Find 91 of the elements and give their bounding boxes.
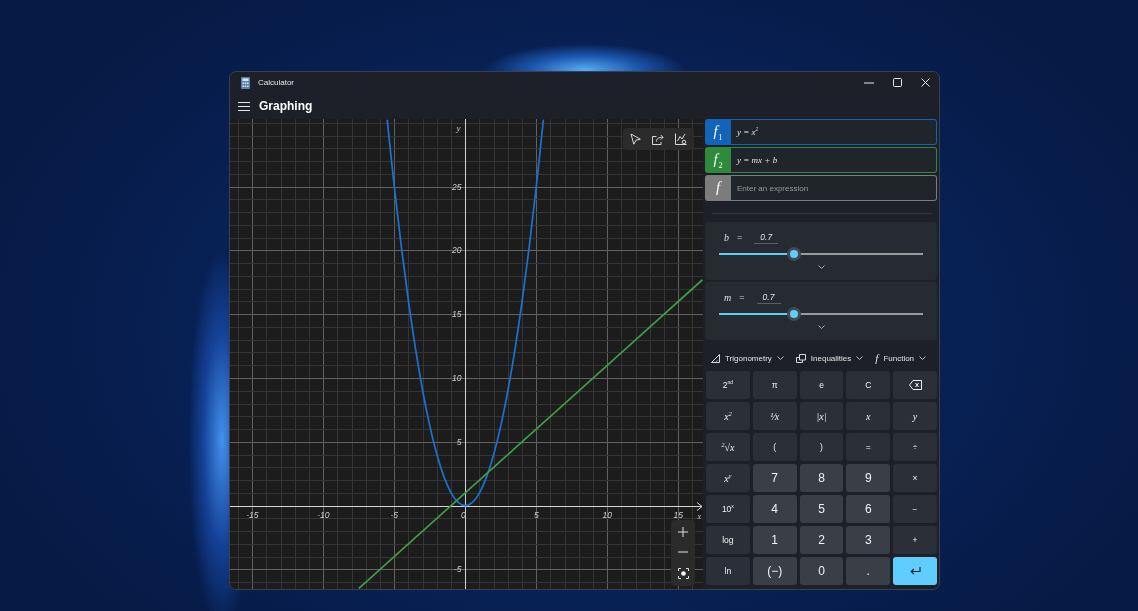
number-key[interactable]: .: [846, 557, 891, 585]
function-key[interactable]: ln: [706, 557, 750, 585]
function-key[interactable]: |x|: [799, 402, 844, 430]
chevron-down-icon: [776, 356, 784, 360]
graph-area[interactable]: -15 -10 -5 0 5 10 15 -5 5 10 15 20 25 y x: [230, 119, 703, 589]
number-key[interactable]: 3: [846, 526, 891, 554]
number-key[interactable]: 6: [846, 495, 891, 523]
function-key[interactable]: C: [846, 371, 891, 399]
number-key[interactable]: 2: [799, 526, 844, 554]
minus-icon[interactable]: [678, 551, 688, 554]
function-color-button[interactable]: f$_{1}$: [705, 119, 731, 145]
variable-name: m: [724, 291, 732, 303]
tick-label: -5: [453, 564, 462, 575]
chevron-down-icon[interactable]: [817, 265, 825, 269]
tick-label: 15: [452, 309, 462, 320]
expression-field[interactable]: y = mx + b: [731, 147, 937, 173]
function-key[interactable]: log: [706, 526, 750, 554]
function-color-button[interactable]: f: [705, 175, 731, 201]
enter-key[interactable]: [893, 557, 937, 585]
share-icon[interactable]: [652, 133, 664, 145]
dropdown-button[interactable]: Inequalities: [795, 353, 864, 363]
number-key[interactable]: 1: [752, 526, 797, 554]
function-key[interactable]: x$^{y}$: [706, 464, 750, 492]
window-title: Calculator: [258, 78, 294, 87]
number-key[interactable]: 5: [799, 495, 844, 523]
chevron-down-icon: [856, 356, 864, 360]
squares-icon: [795, 353, 806, 363]
cursor-icon[interactable]: [630, 133, 641, 145]
chevron-down-icon[interactable]: [817, 325, 825, 329]
expression-input[interactable]: Enter an expression: [731, 175, 937, 201]
maximize-icon[interactable]: [892, 78, 902, 87]
plus-icon[interactable]: [678, 527, 688, 538]
function-key[interactable]: π: [752, 371, 797, 399]
backspace-icon: [908, 380, 922, 390]
function-key[interactable]: ×: [893, 464, 937, 492]
tick-label: -10: [317, 509, 330, 520]
dropdown-button[interactable]: f Function: [875, 352, 927, 364]
tick-label: 25: [452, 181, 462, 192]
function-key[interactable]: (: [752, 433, 797, 461]
tick-label: 10: [452, 373, 462, 383]
number-key[interactable]: 4: [752, 495, 797, 523]
equals-sign: =: [737, 232, 743, 242]
recenter-icon[interactable]: [677, 567, 689, 579]
function-key[interactable]: x: [846, 402, 891, 430]
menu-icon[interactable]: [238, 101, 250, 111]
expression-field[interactable]: y = x$^{2}$: [731, 119, 937, 145]
tick-label: -5: [390, 509, 399, 520]
function-key[interactable]: +: [893, 526, 937, 554]
function-color-button[interactable]: f$_{2}$: [705, 147, 731, 173]
triangle-icon: [711, 353, 720, 363]
equals-sign: =: [739, 292, 745, 302]
function-key[interactable]: 10$^{x}$: [706, 495, 750, 523]
function-icon: f: [875, 352, 879, 364]
axis-label: y: [456, 123, 461, 133]
function-key[interactable]: y: [893, 402, 937, 430]
tick-label: 5: [533, 509, 539, 520]
minimize-icon[interactable]: [864, 81, 874, 84]
number-key[interactable]: 7: [752, 464, 797, 492]
number-key[interactable]: 8: [799, 464, 844, 492]
function-key[interactable]: ): [799, 433, 844, 461]
number-key[interactable]: (−): [752, 557, 797, 585]
tick-label: -15: [246, 509, 259, 520]
function-key[interactable]: x$^{2}$: [706, 402, 750, 430]
close-icon[interactable]: [920, 78, 930, 87]
value-field[interactable]: 0.7: [754, 230, 779, 244]
variable-name: b: [724, 231, 729, 243]
function-key[interactable]: −: [893, 495, 937, 523]
tick-label: 10: [602, 509, 613, 520]
number-key[interactable]: 0: [799, 557, 844, 585]
value-field[interactable]: 0.7: [756, 290, 781, 304]
backspace-key[interactable]: [893, 371, 937, 399]
calculator-icon: [241, 76, 250, 89]
function-key[interactable]: ¹⁄x: [752, 402, 797, 430]
tick-label: 20: [452, 245, 462, 256]
function-key[interactable]: e: [799, 371, 844, 399]
mode-title: Graphing: [259, 99, 313, 113]
slider-thumb[interactable]: [787, 247, 802, 261]
enter-icon: [909, 567, 921, 575]
chart-settings-icon[interactable]: [675, 133, 687, 145]
dropdown-button[interactable]: Trigonometry: [711, 353, 784, 363]
function-key[interactable]: ÷: [893, 433, 937, 461]
function-key[interactable]: $^{2}$√x: [706, 433, 750, 461]
tick-label: 0: [460, 509, 466, 520]
tick-label: 5: [456, 436, 462, 447]
chevron-down-icon: [919, 356, 927, 360]
number-key[interactable]: 9: [846, 464, 891, 492]
function-key[interactable]: =: [846, 433, 891, 461]
slider-thumb[interactable]: [787, 307, 802, 321]
function-key[interactable]: 2$^{nd}$: [706, 371, 750, 399]
axis-label: x: [697, 511, 701, 521]
tick-label: 15: [673, 509, 684, 520]
